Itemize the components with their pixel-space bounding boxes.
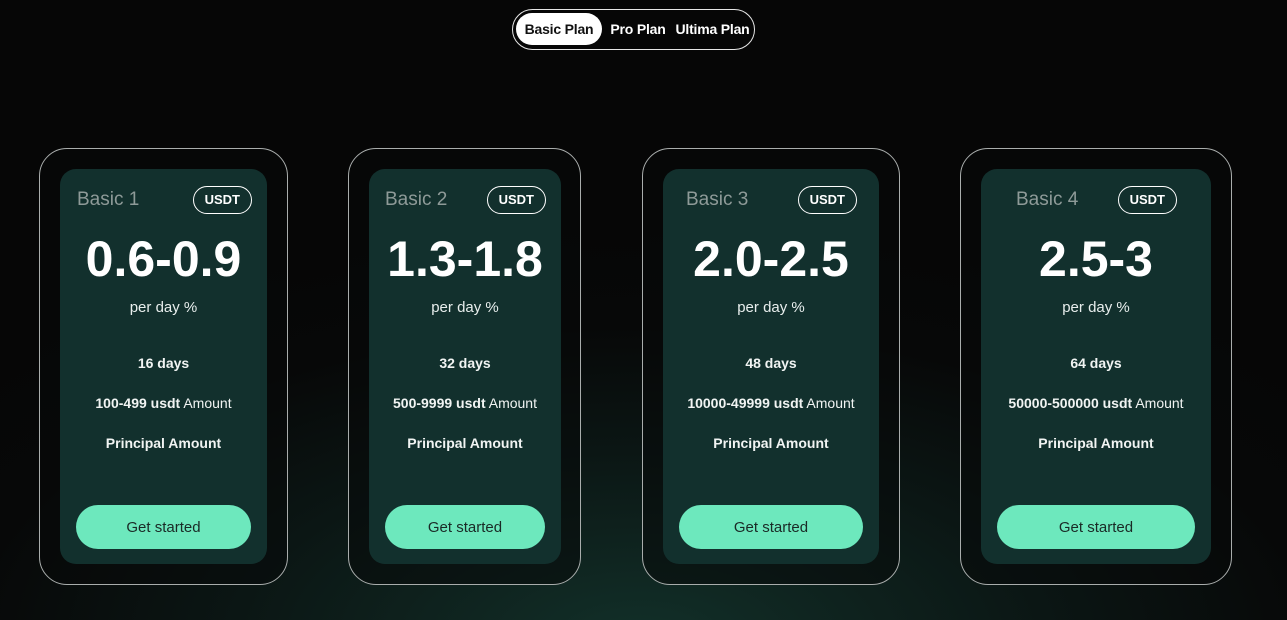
amount-line: 100-499 usdt Amount xyxy=(60,395,267,411)
get-started-button[interactable]: Get started xyxy=(997,505,1195,549)
principal-label: Principal Amount xyxy=(105,435,222,451)
plan-duration: 48 days xyxy=(745,355,797,371)
plan-name: Basic 3 xyxy=(686,189,749,210)
amount-line: 50000-500000 usdt Amount xyxy=(981,395,1211,411)
tab-pro-plan[interactable]: Pro Plan xyxy=(606,13,670,45)
daily-rate: 2.5-3 xyxy=(1039,231,1153,287)
plan-duration: 64 days xyxy=(1070,355,1122,371)
get-started-button[interactable]: Get started xyxy=(76,505,251,549)
daily-rate: 0.6-0.9 xyxy=(85,231,242,287)
plan-name: Basic 2 xyxy=(385,189,448,210)
rate-unit: per day % xyxy=(737,299,805,316)
daily-rate: 2.0-2.5 xyxy=(693,231,849,287)
plan-card-body: Basic 4 USDT 2.5-3 per day % 64 days 500… xyxy=(981,169,1211,564)
principal-label: Principal Amount xyxy=(407,435,523,451)
currency-badge: USDT xyxy=(192,186,252,214)
rate-unit: per day % xyxy=(431,299,499,316)
currency-badge: USDT xyxy=(486,186,546,214)
amount-suffix: Amount xyxy=(488,395,537,411)
tab-ultima-plan[interactable]: Ultima Plan xyxy=(674,13,751,45)
amount-suffix: Amount xyxy=(183,395,232,411)
rate-unit: per day % xyxy=(1062,299,1130,316)
plan-card-basic-3: Basic 3 USDT 2.0-2.5 per day % 48 days 1… xyxy=(642,148,900,585)
daily-rate: 1.3-1.8 xyxy=(387,231,543,287)
plan-card-body: Basic 1 USDT 0.6-0.9 per day % 16 days 1… xyxy=(60,169,267,564)
amount-line: 500-9999 usdt Amount xyxy=(369,395,561,411)
plan-card-basic-4: Basic 4 USDT 2.5-3 per day % 64 days 500… xyxy=(960,148,1232,585)
amount-range: 100-499 usdt xyxy=(95,395,181,411)
plan-tabs: Basic Plan Pro Plan Ultima Plan xyxy=(512,9,755,50)
amount-suffix: Amount xyxy=(806,395,855,411)
amount-range: 10000-49999 usdt xyxy=(687,395,804,411)
plan-card-body: Basic 3 USDT 2.0-2.5 per day % 48 days 1… xyxy=(663,169,879,564)
currency-badge: USDT xyxy=(1117,186,1177,214)
amount-suffix: Amount xyxy=(1135,395,1184,411)
plan-duration: 16 days xyxy=(137,355,190,371)
amount-line: 10000-49999 usdt Amount xyxy=(663,395,879,411)
rate-unit: per day % xyxy=(129,299,198,316)
plan-card-basic-2: Basic 2 USDT 1.3-1.8 per day % 32 days 5… xyxy=(348,148,581,585)
get-started-button[interactable]: Get started xyxy=(385,505,545,549)
tab-basic-plan[interactable]: Basic Plan xyxy=(516,13,602,45)
plan-card-basic-1: Basic 1 USDT 0.6-0.9 per day % 16 days 1… xyxy=(39,148,288,585)
currency-badge: USDT xyxy=(797,186,857,214)
plan-duration: 32 days xyxy=(439,355,491,371)
amount-range: 50000-500000 usdt xyxy=(1008,395,1133,411)
plan-name: Basic 4 xyxy=(1016,189,1079,210)
principal-label: Principal Amount xyxy=(1038,435,1154,451)
plan-card-body: Basic 2 USDT 1.3-1.8 per day % 32 days 5… xyxy=(369,169,561,564)
plan-name: Basic 1 xyxy=(77,189,140,210)
get-started-button[interactable]: Get started xyxy=(679,505,863,549)
amount-range: 500-9999 usdt xyxy=(393,395,486,411)
principal-label: Principal Amount xyxy=(713,435,829,451)
